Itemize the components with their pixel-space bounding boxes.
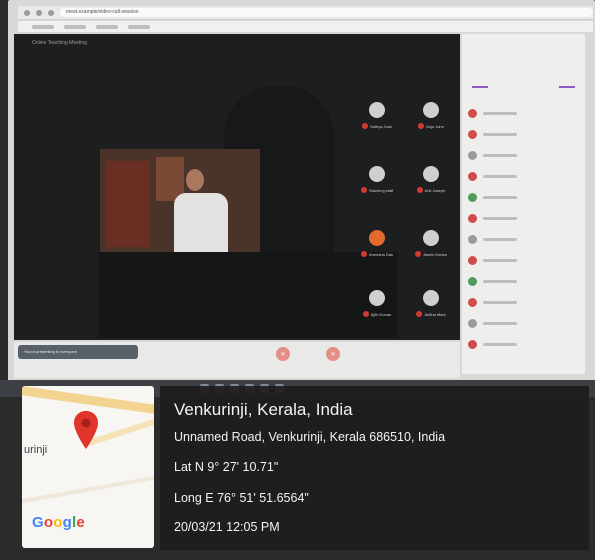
avatar [468,256,477,265]
google-logo: Google [32,514,85,531]
mic-off-icon [418,123,425,129]
participant-name: Jismin Kurian [422,251,447,257]
participant-name: Anil Joseph [424,187,446,193]
bookmarks-bar [18,21,593,32]
capture-timestamp: 20/03/21 12:05 PM [174,520,280,534]
avatar [369,166,385,182]
participant-name: Ajith Kumar [370,311,392,317]
geotag-overlay: Venkurinji, Kerala, India Unnamed Road, … [160,386,589,550]
mic-off-icon [416,311,423,317]
participant-name: Sathya Jose [369,123,392,129]
participant-name: Anju John [426,123,444,129]
avatar [369,102,385,118]
browser-toolbar: meet.example/video-call-session [18,6,593,20]
longitude-readout: Long E 76° 51' 51.6564" [174,491,309,505]
avatar [369,230,385,246]
participant-tile[interactable]: Jismin Kurian [404,226,458,270]
map-pin-icon [74,411,98,449]
participant-tile[interactable]: Aneesha Das [350,226,404,270]
back-icon[interactable] [24,9,30,16]
list-item[interactable] [462,271,585,292]
list-item[interactable] [462,208,585,229]
map-place-label: urinji [24,444,48,456]
participant-tile[interactable]: Ajith Kumar [350,286,404,330]
reload-icon[interactable] [48,9,54,16]
avatar [468,193,477,202]
participant-tile[interactable]: Teaching staff [350,162,404,206]
camera-toggle-button[interactable]: ✕ [326,347,340,361]
participant-tile[interactable]: Anitha Mani [404,286,458,330]
bookmark-item[interactable] [96,24,118,29]
participants-panel [462,34,585,374]
mic-off-icon [414,251,421,257]
participant-name: Teaching staff [368,187,394,193]
participant-tile[interactable]: Anil Joseph [404,162,458,206]
mic-off-icon [360,251,367,257]
mic-off-icon [416,187,423,193]
address-bar[interactable]: meet.example/video-call-session [60,8,593,17]
mic-off-icon [361,123,368,129]
location-address: Unnamed Road, Venkurinji, Kerala 686510,… [174,430,446,444]
mic-toggle-button[interactable]: ✕ [276,347,290,361]
mic-off-icon [360,187,367,193]
avatar [468,298,477,307]
list-item[interactable] [462,229,585,250]
list-item[interactable] [462,103,585,124]
avatar [468,340,477,349]
list-item[interactable] [462,313,585,334]
avatar [423,230,439,246]
avatar [468,109,477,118]
bookmark-item[interactable] [64,24,86,29]
tab-chat[interactable] [559,86,575,95]
avatar [369,290,385,306]
participant-name: Anitha Mani [424,311,446,317]
presenting-banner: You're presenting to everyone [18,345,138,359]
bookmark-item[interactable] [32,24,54,29]
latitude-readout: Lat N 9° 27' 10.71" [174,460,279,474]
avatar [468,172,477,181]
mic-off-icon [362,311,369,317]
participant-tile[interactable]: Sathya Jose [350,98,404,142]
speaker-body [174,193,228,259]
bookmark-item[interactable] [128,24,150,29]
bookshelf [106,161,150,247]
camera-off-icon: ✕ [330,351,336,358]
list-item[interactable] [462,250,585,271]
avatar [423,166,439,182]
avatar [468,277,477,286]
list-item[interactable] [462,145,585,166]
list-item[interactable] [462,292,585,313]
map-road [22,469,154,507]
avatar [468,130,477,139]
speaker-head [186,169,204,191]
avatar [468,319,477,328]
avatar [423,102,439,118]
list-item[interactable] [462,166,585,187]
list-item[interactable] [462,187,585,208]
map-thumbnail: urinji Google [22,386,154,548]
tab-people[interactable] [472,86,488,95]
video-call-stage: Online Teaching Meeting Sathya Jose Anju… [14,34,460,340]
active-speaker-video[interactable] [100,149,260,259]
avatar [423,290,439,306]
list-item[interactable] [462,334,585,355]
list-item[interactable] [462,124,585,145]
mic-off-icon: ✕ [280,351,286,358]
forward-icon[interactable] [36,9,42,16]
call-controls-bar: You're presenting to everyone ✕ ✕ [14,342,460,378]
participant-tile[interactable]: Anju John [404,98,458,142]
location-name: Venkurinji, Kerala, India [174,400,353,419]
participant-name: Aneesha Das [368,251,393,257]
meeting-title: Online Teaching Meeting [32,40,87,46]
avatar [468,235,477,244]
avatar [468,214,477,223]
avatar [468,151,477,160]
